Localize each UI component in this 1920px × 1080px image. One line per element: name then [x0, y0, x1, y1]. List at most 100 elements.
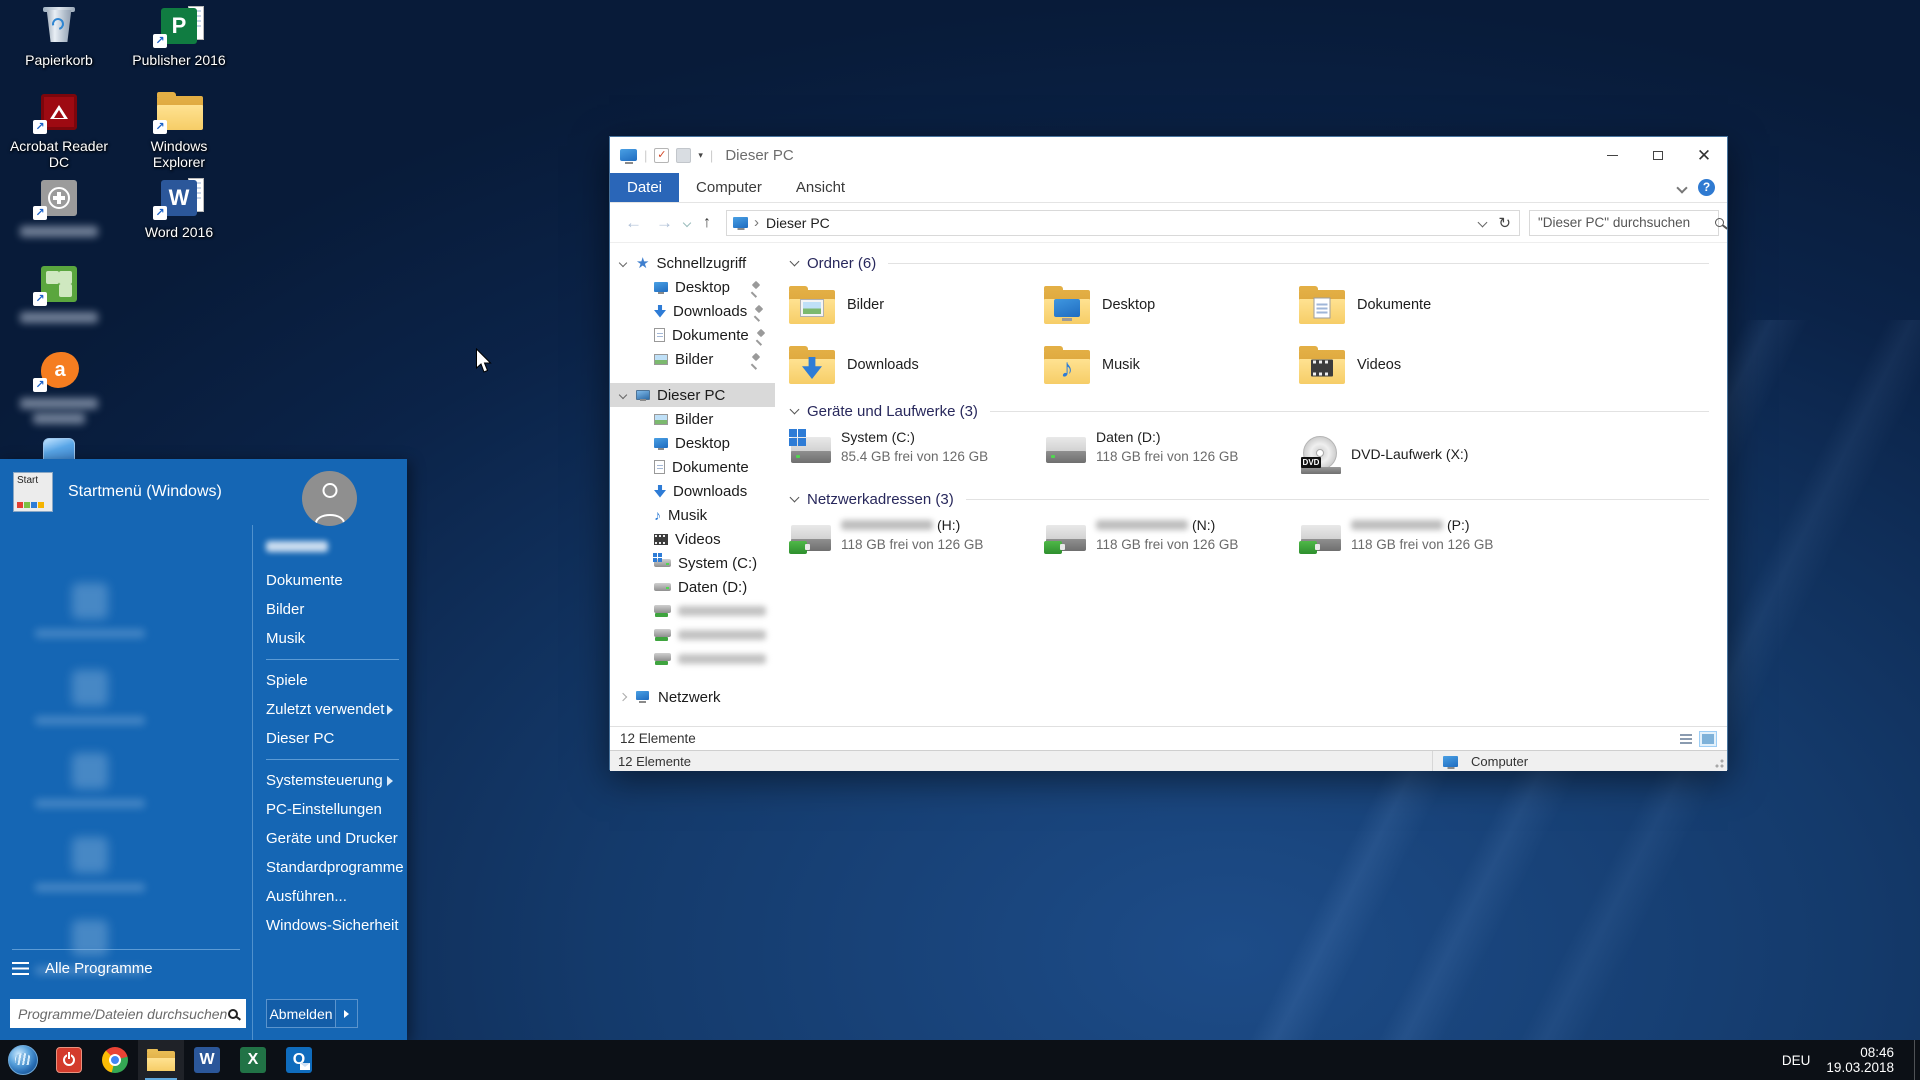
help-icon[interactable]: ?	[1698, 179, 1715, 196]
group-header-folders[interactable]: Ordner (6)	[789, 251, 1727, 275]
sidebar-item-desktop[interactable]: Desktop	[610, 275, 775, 299]
expander-icon[interactable]	[619, 693, 627, 701]
group-header-devices[interactable]: Geräte und Laufwerke (3)	[789, 399, 1727, 423]
expand-ribbon-icon[interactable]	[1676, 182, 1687, 193]
sidebar-item-network-drive-3[interactable]	[610, 647, 775, 671]
logoff-options-button[interactable]	[336, 999, 358, 1028]
sidebar-item-documents[interactable]: Dokumente	[610, 323, 775, 347]
redacted-app-item[interactable]	[30, 670, 150, 725]
start-item-this-pc[interactable]: Dieser PC	[266, 724, 399, 753]
redacted-app-item[interactable]	[30, 753, 150, 808]
properties-check-icon[interactable]: ✓	[654, 148, 669, 163]
network-drive-tile-h[interactable]: (H:) 118 GB frei von 126 GB	[789, 517, 1044, 569]
taskbar-power-app[interactable]	[46, 1040, 92, 1080]
expander-icon[interactable]	[619, 259, 627, 267]
sidebar-item-pc-documents[interactable]: Dokumente	[610, 455, 775, 479]
start-item-music[interactable]: Musik	[266, 624, 399, 653]
icons-view-button[interactable]	[1699, 731, 1717, 747]
taskbar-chrome[interactable]	[92, 1040, 138, 1080]
breadcrumb[interactable]: Dieser PC	[766, 215, 830, 231]
desktop-icon-acrobat[interactable]: ↗ Acrobat Reader DC	[7, 92, 111, 170]
folder-tile-pictures[interactable]: Bilder	[789, 281, 1044, 329]
drive-tile-system-c[interactable]: System (C:) 85.4 GB frei von 126 GB	[789, 429, 1044, 481]
folder-tile-downloads[interactable]: Downloads	[789, 341, 1044, 389]
show-desktop-button[interactable]	[1914, 1040, 1920, 1080]
desktop-icon-recycle-bin[interactable]: Papierkorb	[7, 6, 111, 68]
new-folder-icon[interactable]	[676, 148, 691, 163]
sidebar-item-pc-downloads[interactable]: Downloads	[610, 479, 775, 503]
redacted-app-item[interactable]	[30, 583, 150, 638]
minimize-button[interactable]	[1589, 137, 1635, 173]
sidebar-this-pc[interactable]: Dieser PC	[610, 383, 775, 407]
group-header-network[interactable]: Netzwerkadressen (3)	[789, 487, 1727, 511]
sidebar-item-pc-videos[interactable]: Videos	[610, 527, 775, 551]
sidebar-item-data-d[interactable]: Daten (D:)	[610, 575, 775, 599]
sidebar-item-network-drive-1[interactable]	[610, 599, 775, 623]
recent-locations-icon[interactable]	[683, 218, 691, 226]
back-button[interactable]: ←	[618, 213, 649, 233]
sidebar-item-system-c[interactable]: System (C:)	[610, 551, 775, 575]
tab-file[interactable]: Datei	[610, 173, 679, 202]
sidebar-item-pictures[interactable]: Bilder	[610, 347, 775, 371]
desktop-icon-redacted-3[interactable]: a ↗	[7, 350, 111, 424]
resize-grip[interactable]	[1711, 755, 1725, 769]
network-drive-tile-p[interactable]: (P:) 118 GB frei von 126 GB	[1299, 517, 1554, 569]
desktop-icon-windows-explorer[interactable]: ↗ Windows Explorer	[127, 92, 231, 170]
desktop-icon-redacted-2[interactable]: ↗	[7, 264, 111, 323]
refresh-icon[interactable]: ↻	[1498, 214, 1511, 232]
folder-tile-desktop[interactable]: Desktop	[1044, 281, 1299, 329]
start-item-windows-security[interactable]: Windows-Sicherheit	[266, 911, 399, 940]
all-programs-button[interactable]: Alle Programme	[12, 952, 240, 984]
taskbar-file-explorer[interactable]	[138, 1040, 184, 1080]
user-avatar[interactable]	[302, 471, 357, 526]
taskbar-word[interactable]: W	[184, 1040, 230, 1080]
sidebar-item-pc-pictures[interactable]: Bilder	[610, 407, 775, 431]
tab-computer[interactable]: Computer	[679, 173, 779, 202]
desktop-icon-redacted-1[interactable]: ↗	[7, 178, 111, 237]
logoff-button[interactable]: Abmelden	[266, 999, 336, 1028]
sidebar-item-network-drive-2[interactable]	[610, 623, 775, 647]
start-item-run[interactable]: Ausführen...	[266, 882, 399, 911]
network-drive-tile-n[interactable]: (N:) 118 GB frei von 126 GB	[1044, 517, 1299, 569]
start-item-default-programs[interactable]: Standardprogramme	[266, 853, 399, 882]
start-button[interactable]	[0, 1040, 46, 1080]
address-dropdown-icon[interactable]	[1478, 218, 1488, 228]
collapse-icon[interactable]	[790, 493, 800, 503]
drive-tile-dvd-x[interactable]: DVD DVD-Laufwerk (X:)	[1299, 429, 1554, 481]
clock[interactable]: 08:46 19.03.2018	[1826, 1045, 1898, 1075]
folder-tile-videos[interactable]: Videos	[1299, 341, 1554, 389]
start-item-devices-printers[interactable]: Geräte und Drucker	[266, 824, 399, 853]
taskbar-excel[interactable]: X	[230, 1040, 276, 1080]
close-button[interactable]: ✕	[1681, 137, 1727, 173]
sidebar-quick-access[interactable]: ★ Schnellzugriff	[610, 251, 775, 275]
start-item-games[interactable]: Spiele	[266, 666, 399, 695]
language-indicator[interactable]: DEU	[1782, 1053, 1811, 1068]
maximize-button[interactable]	[1635, 137, 1681, 173]
folder-tile-music[interactable]: ♪ Musik	[1044, 341, 1299, 389]
taskbar-outlook[interactable]: O	[276, 1040, 322, 1080]
start-item-documents[interactable]: Dokumente	[266, 566, 399, 595]
start-search-box[interactable]	[10, 999, 246, 1028]
start-item-control-panel[interactable]: Systemsteuerung	[266, 766, 399, 795]
expander-icon[interactable]	[619, 391, 627, 399]
redacted-app-item[interactable]	[30, 837, 150, 892]
start-item-pictures[interactable]: Bilder	[266, 595, 399, 624]
title-bar[interactable]: | ✓ ▾ | Dieser PC ✕	[610, 137, 1727, 173]
address-bar[interactable]: › Dieser PC ↻	[726, 210, 1520, 236]
collapse-icon[interactable]	[790, 405, 800, 415]
sidebar-item-pc-music[interactable]: ♪ Musik	[610, 503, 775, 527]
collapse-icon[interactable]	[790, 257, 800, 267]
folder-tile-documents[interactable]: Dokumente	[1299, 281, 1554, 329]
qat-customize-icon[interactable]: ▾	[698, 150, 703, 161]
sidebar-item-downloads[interactable]: Downloads	[610, 299, 775, 323]
search-input[interactable]	[1538, 215, 1715, 230]
search-box[interactable]	[1529, 210, 1719, 236]
start-item-recent[interactable]: Zuletzt verwendet	[266, 695, 399, 724]
sidebar-network[interactable]: Netzwerk	[610, 685, 775, 709]
tab-view[interactable]: Ansicht	[779, 173, 862, 202]
details-view-button[interactable]	[1677, 731, 1695, 747]
up-button[interactable]: ↑	[694, 214, 720, 232]
forward-button[interactable]: →	[649, 213, 680, 233]
drive-tile-data-d[interactable]: Daten (D:) 118 GB frei von 126 GB	[1044, 429, 1299, 481]
start-search-input[interactable]	[18, 1006, 228, 1022]
